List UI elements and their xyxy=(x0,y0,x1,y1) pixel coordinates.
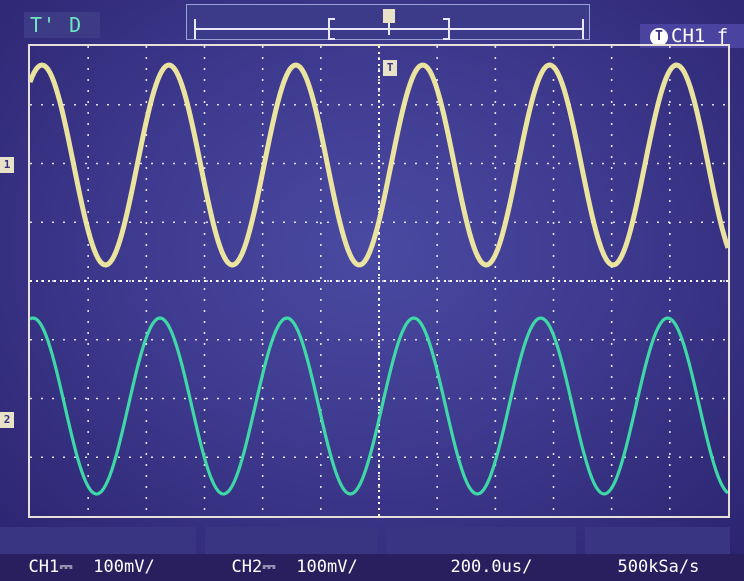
trigger-mode-indicator: T' D xyxy=(24,12,100,38)
sample-rate-readout: 500kSa/s xyxy=(585,527,730,577)
ch2-volts-per-div: 100mV/ xyxy=(296,557,358,577)
ch2-scale-readout: CH2⎓ 100mV/ xyxy=(205,527,377,577)
coupling-dc-icon: ⎓ xyxy=(262,557,276,577)
ch1-volts-per-div: 100mV/ xyxy=(93,557,155,577)
coupling-dc-icon: ⎓ xyxy=(59,557,73,577)
ch1-label: CH1 xyxy=(28,557,60,577)
memory-timeline-bar xyxy=(186,4,590,40)
trigger-position-marker: T xyxy=(383,60,397,76)
timebase-readout: 200.0us/ xyxy=(386,527,576,577)
sample-rate: 500kSa/s xyxy=(617,557,700,577)
waveform-svg xyxy=(27,46,731,516)
trigger-icon: T xyxy=(650,27,668,46)
timeline-graphic xyxy=(194,9,584,40)
time-per-div: 200.0us/ xyxy=(450,557,533,577)
ch2-ground-marker: 2 xyxy=(0,412,14,428)
ch2-label: CH2 xyxy=(231,557,263,577)
waveform-plot xyxy=(27,44,731,518)
ch1-ground-marker: 1 xyxy=(0,157,14,173)
ch1-scale-readout: CH1⎓ 100mV/ xyxy=(0,527,196,577)
timeline-trigger-marker xyxy=(383,9,395,23)
